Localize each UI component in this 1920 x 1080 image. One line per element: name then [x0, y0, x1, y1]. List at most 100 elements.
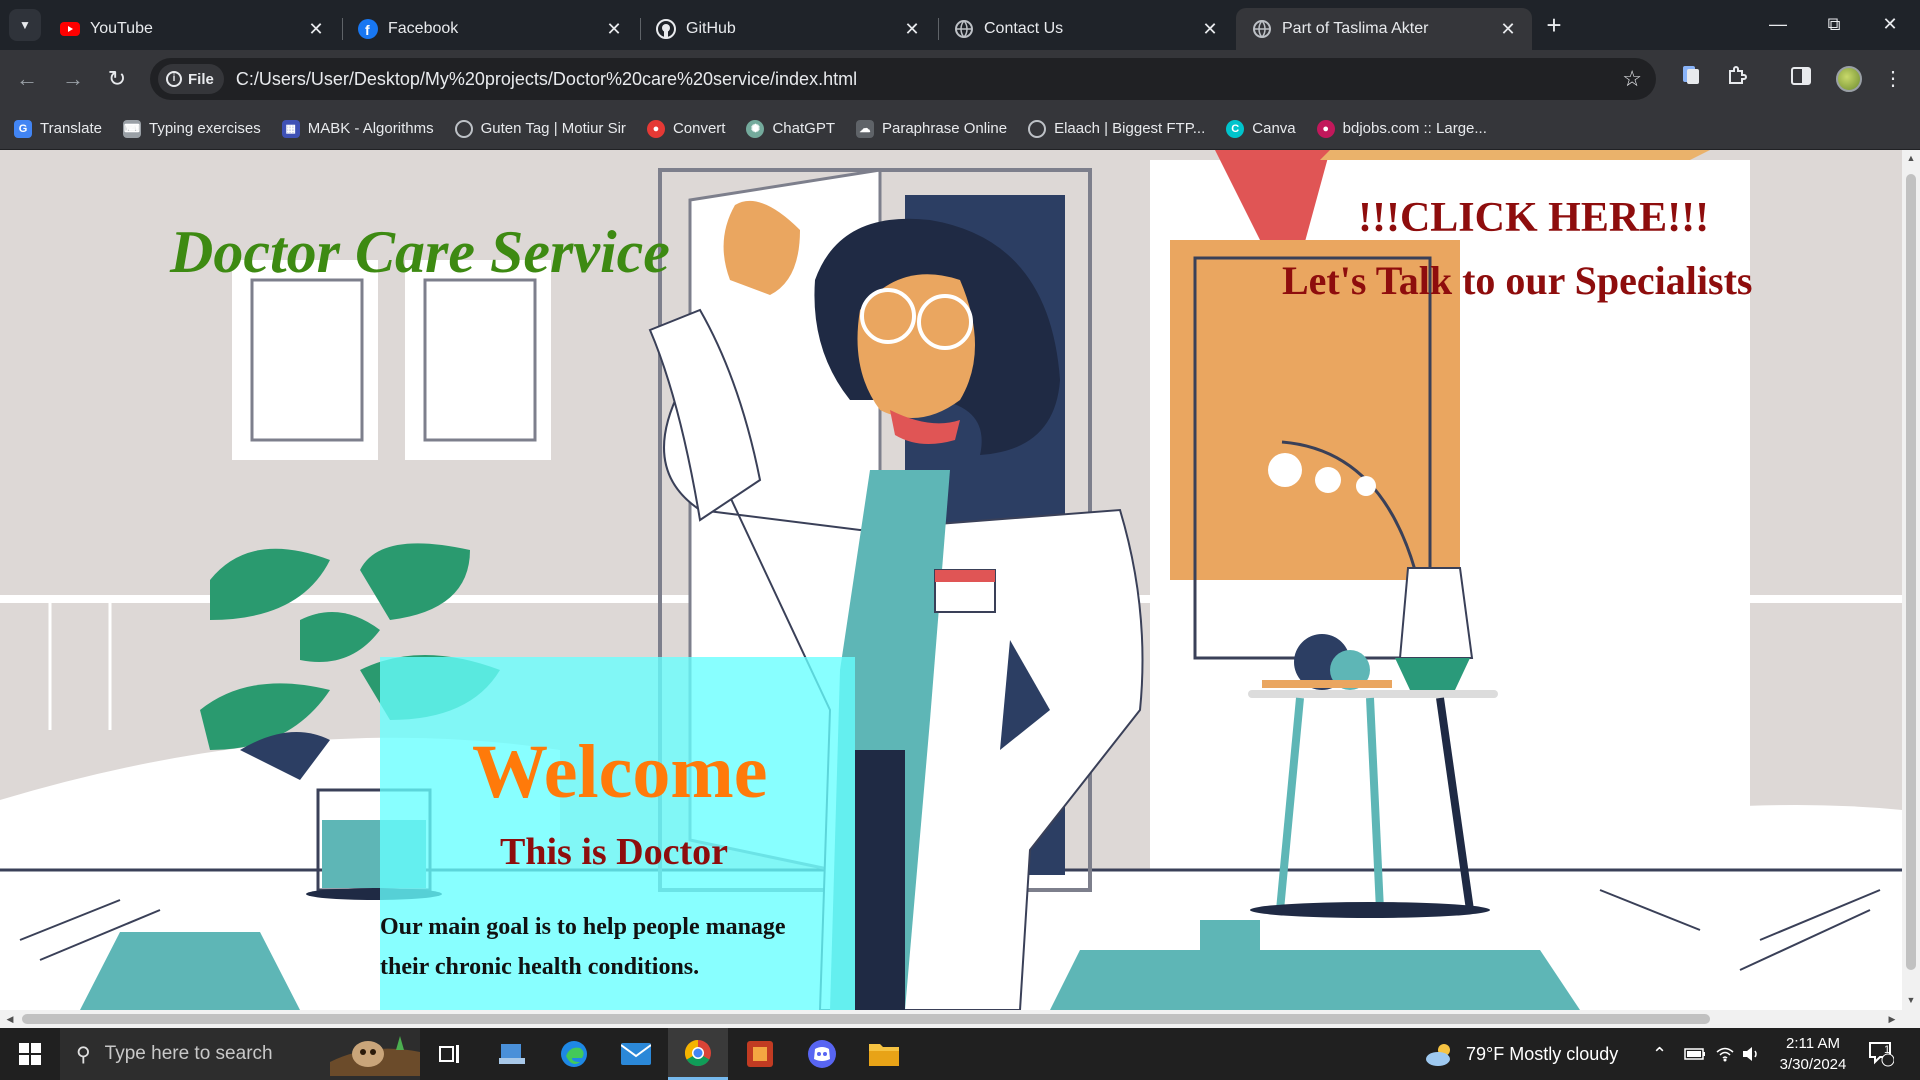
bdjobs-icon: ● — [1316, 119, 1335, 138]
close-icon[interactable]: ✕ — [902, 19, 922, 39]
taskbar-app-file-tool[interactable] — [482, 1028, 542, 1080]
globe-icon — [1028, 119, 1047, 138]
chevron-down-icon: ▼ — [19, 18, 31, 32]
side-panel-icon[interactable] — [1786, 64, 1816, 94]
globe-icon — [454, 119, 473, 138]
close-icon[interactable]: ✕ — [306, 19, 326, 39]
chatgpt-icon: ✺ — [746, 119, 765, 138]
weather-text: 79°F Mostly cloudy — [1466, 1043, 1619, 1064]
notification-center-button[interactable]: 1 — [1868, 1028, 1894, 1080]
bookmark-label: MABK - Algorithms — [307, 120, 434, 137]
battery-icon — [1684, 1048, 1705, 1060]
scheme-label: File — [188, 70, 214, 88]
task-view-button[interactable] — [420, 1028, 480, 1080]
windows-taskbar: ⚲ Type here to search 79°F Mostly cloudy… — [0, 1028, 1920, 1080]
reading-list-icon[interactable] — [1676, 64, 1706, 94]
url-text[interactable]: C:/Users/User/Desktop/My%20projects/Doct… — [236, 69, 857, 90]
restore-button[interactable]: ⧉ — [1806, 0, 1862, 48]
mission-statement: Our main goal is to help people manage t… — [380, 914, 786, 980]
system-clock[interactable]: 2:11 AM 3/30/2024 — [1768, 1033, 1858, 1075]
tab-contact-us[interactable]: Contact Us ✕ — [938, 8, 1234, 50]
bookmark-guten-tag[interactable]: Guten Tag | Motiur Sir — [454, 119, 626, 138]
taskbar-app-file-explorer[interactable] — [854, 1028, 914, 1080]
bookmark-label: Convert — [672, 120, 726, 137]
globe-icon — [954, 19, 974, 39]
tab-youtube[interactable]: YouTube ✕ — [44, 8, 340, 50]
menu-kebab-icon[interactable]: ⋮ — [1878, 64, 1908, 94]
file-explorer-icon — [869, 1044, 899, 1066]
taskbar-app-chrome[interactable] — [668, 1028, 728, 1080]
volume-control[interactable] — [1742, 1028, 1762, 1080]
forward-button[interactable]: → — [58, 64, 88, 94]
bookmark-paraphrase-online[interactable]: ☁ Paraphrase Online — [856, 119, 1008, 138]
bookmark-convert[interactable]: ● Convert — [646, 119, 726, 138]
battery-status[interactable] — [1684, 1028, 1706, 1080]
tab-facebook[interactable]: f Facebook ✕ — [342, 8, 638, 50]
bookmark-bdjobs[interactable]: ● bdjobs.com :: Large... — [1316, 119, 1487, 138]
bookmark-elaach[interactable]: Elaach | Biggest FTP... — [1028, 119, 1205, 138]
github-icon — [656, 19, 676, 39]
speaker-icon — [1743, 1047, 1757, 1061]
bookmark-star-icon[interactable]: ☆ — [1622, 66, 1642, 92]
cta-click-here[interactable]: !!!CLICK HERE!!! — [1358, 194, 1709, 242]
back-button[interactable]: ← — [12, 64, 42, 94]
scroll-left-arrow-icon[interactable]: ◀ — [2, 1010, 18, 1028]
minimize-button[interactable]: — — [1750, 0, 1806, 48]
vertical-scrollbar[interactable]: ▲ ▼ — [1902, 150, 1920, 1010]
globe-icon — [1252, 19, 1272, 39]
address-bar[interactable]: i File C:/Users/User/Desktop/My%20projec… — [150, 58, 1656, 100]
welcome-heading: Welcome — [472, 730, 768, 814]
bookmarks-bar: G Translate ⌨ Typing exercises ▦ MABK - Alg… — [0, 108, 1920, 150]
taskbar-app-media[interactable] — [730, 1028, 790, 1080]
horizontal-scrollbar[interactable]: ◀ ▶ — [0, 1010, 1920, 1028]
cta-talk-specialists[interactable]: Let's Talk to our Specialists — [1282, 257, 1752, 304]
discord-icon — [808, 1040, 836, 1068]
close-window-button[interactable]: ✕ — [1862, 0, 1918, 48]
keyboard-icon: ⌨ — [122, 119, 141, 138]
bookmark-label: Paraphrase Online — [882, 120, 1008, 137]
tab-title: Part of Taslima Akter — [1282, 20, 1429, 37]
vertical-scroll-thumb[interactable] — [1906, 174, 1916, 970]
taskbar-app-edge[interactable] — [544, 1028, 604, 1080]
windows-logo-icon — [19, 1043, 41, 1065]
bookmark-label: Translate — [40, 120, 102, 137]
new-tab-button[interactable]: + — [1540, 12, 1568, 40]
show-hidden-icons-button[interactable]: ⌃ — [1652, 1028, 1667, 1080]
close-icon[interactable]: ✕ — [1498, 19, 1518, 39]
site-info-chip[interactable]: i File — [158, 64, 224, 94]
profile-avatar[interactable] — [1836, 66, 1862, 92]
weather-widget[interactable]: 79°F Mostly cloudy — [1424, 1028, 1618, 1080]
bookmark-canva[interactable]: C Canva — [1226, 119, 1296, 138]
close-icon[interactable]: ✕ — [604, 19, 624, 39]
reload-button[interactable]: ↻ — [102, 64, 132, 94]
network-status[interactable] — [1716, 1028, 1734, 1080]
bookmark-mabk-algorithms[interactable]: ▦ MABK - Algorithms — [281, 119, 434, 138]
scroll-right-arrow-icon[interactable]: ▶ — [1884, 1010, 1900, 1028]
edge-icon — [561, 1041, 587, 1067]
cloudy-weather-icon — [1426, 1044, 1450, 1066]
bookmark-typing-exercises[interactable]: ⌨ Typing exercises — [122, 119, 261, 138]
youtube-icon — [60, 19, 80, 39]
tab-title: Facebook — [388, 20, 459, 37]
tab-title: Contact Us — [984, 20, 1064, 37]
tab-github[interactable]: GitHub ✕ — [640, 8, 936, 50]
taskbar-app-discord[interactable] — [792, 1028, 852, 1080]
taskbar-search[interactable]: ⚲ Type here to search — [60, 1028, 420, 1080]
extensions-icon[interactable] — [1722, 64, 1752, 94]
tab-part-of-taslima-akter[interactable]: Part of Taslima Akter ✕ — [1236, 8, 1532, 50]
bookmark-label: Guten Tag | Motiur Sir — [480, 120, 626, 137]
start-button[interactable] — [0, 1028, 60, 1080]
taskbar-app-mail[interactable] — [606, 1028, 666, 1080]
tab-search-button[interactable]: ▼ — [9, 9, 41, 41]
bookmark-label: ChatGPT — [772, 120, 835, 137]
scroll-down-arrow-icon[interactable]: ▼ — [1902, 992, 1920, 1008]
search-highlight-sloth-icon — [330, 1036, 420, 1076]
page-viewport: Doctor Care Service !!!CLICK HERE!!! Let… — [0, 150, 1902, 1010]
bookmark-translate[interactable]: G Translate — [14, 119, 102, 138]
tab-title: GitHub — [686, 20, 736, 37]
bookmark-chatgpt[interactable]: ✺ ChatGPT — [746, 119, 835, 138]
wifi-icon — [1716, 1047, 1734, 1062]
close-icon[interactable]: ✕ — [1200, 19, 1220, 39]
horizontal-scroll-thumb[interactable] — [22, 1014, 1710, 1024]
scroll-up-arrow-icon[interactable]: ▲ — [1902, 150, 1920, 166]
